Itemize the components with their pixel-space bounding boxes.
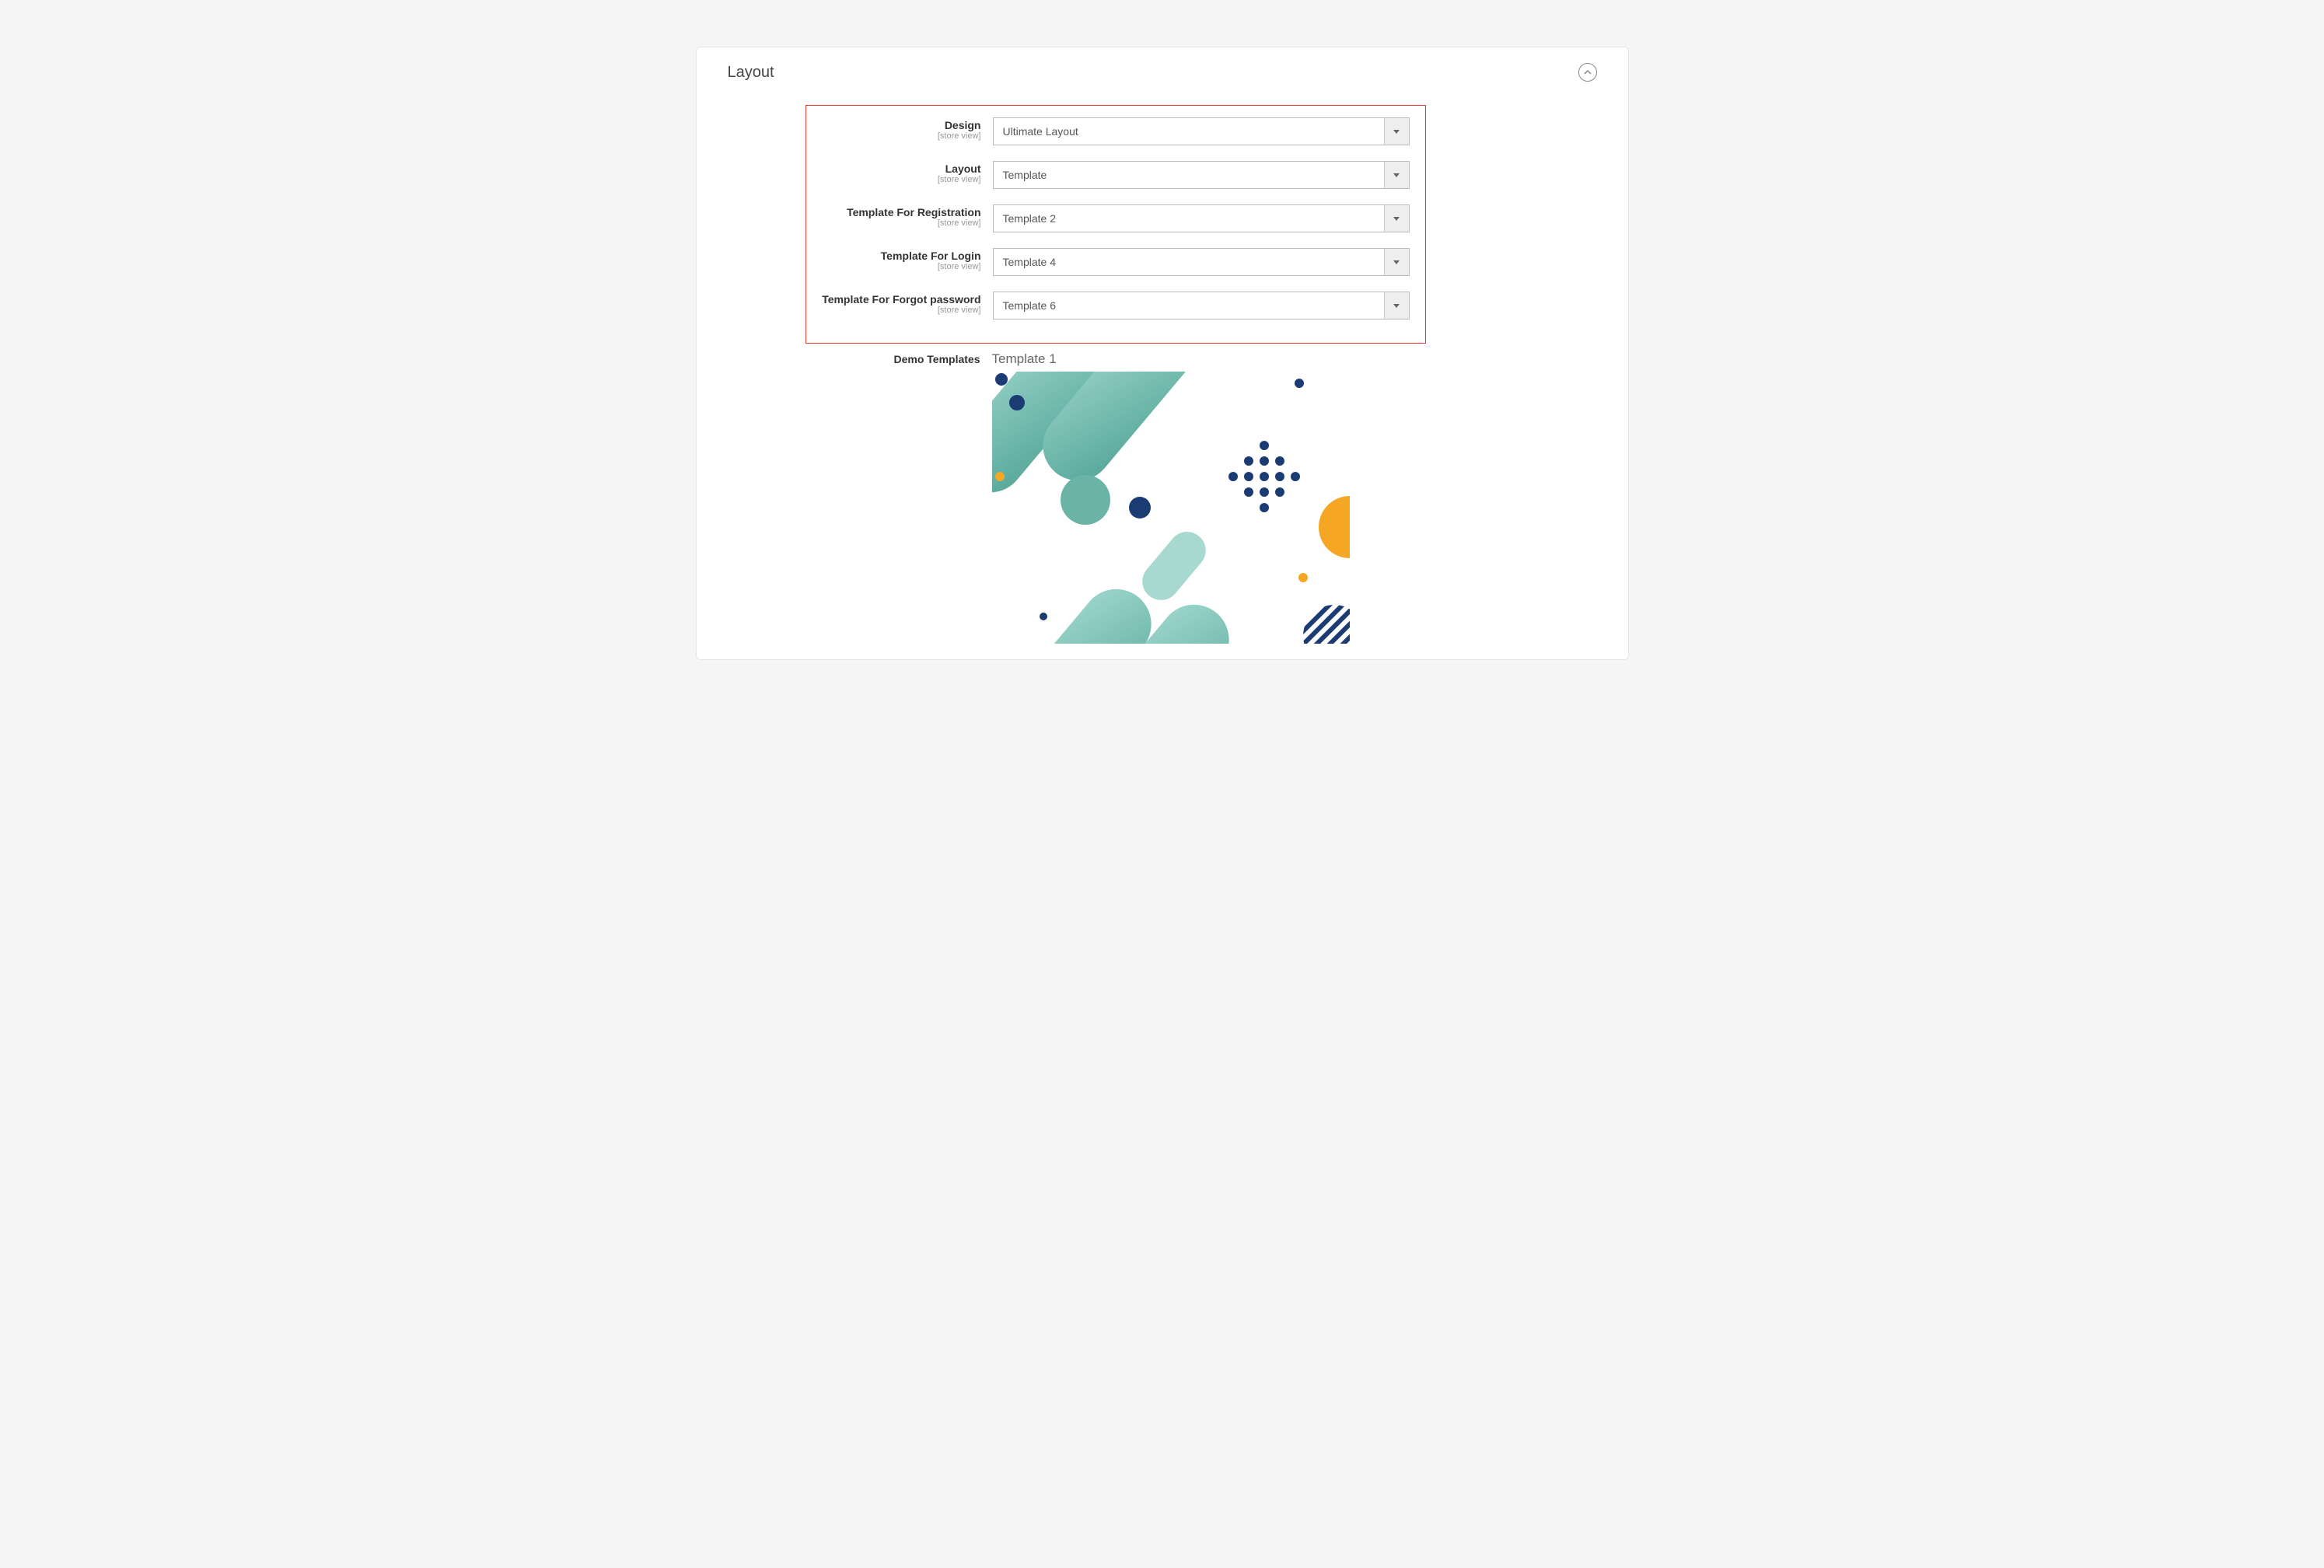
layout-panel: Layout Design [store view] Ultimate Layo… xyxy=(696,47,1629,660)
layout-select-arrow xyxy=(1384,162,1409,188)
demo-templates-value-col: Template 1 xyxy=(992,351,1410,644)
tpl-forgot-scope: [store view] xyxy=(822,306,981,315)
tpl-reg-scope: [store view] xyxy=(822,218,981,228)
chevron-down-icon xyxy=(1393,304,1400,308)
tpl-login-label-col: Template For Login [store view] xyxy=(822,248,993,271)
collapse-button[interactable] xyxy=(1578,63,1597,82)
layout-label: Layout xyxy=(822,162,981,175)
tpl-forgot-select-arrow xyxy=(1384,292,1409,319)
design-label: Design xyxy=(822,119,981,131)
chevron-down-icon xyxy=(1393,260,1400,264)
tpl-forgot-select-value: Template 6 xyxy=(994,292,1384,319)
tpl-reg-row: Template For Registration [store view] T… xyxy=(822,204,1410,232)
demo-templates-label-col: Demo Templates xyxy=(821,351,992,365)
chevron-down-icon xyxy=(1393,173,1400,177)
highlighted-settings-box: Design [store view] Ultimate Layout Layo… xyxy=(806,105,1426,344)
tpl-login-select[interactable]: Template 4 xyxy=(993,248,1410,276)
layout-select-value: Template xyxy=(994,162,1384,188)
tpl-login-label: Template For Login xyxy=(822,250,981,262)
chevron-down-icon xyxy=(1393,217,1400,221)
abstract-pattern-icon xyxy=(992,372,1350,644)
layout-scope: [store view] xyxy=(822,175,981,184)
tpl-login-row: Template For Login [store view] Template… xyxy=(822,248,1410,276)
design-value-col: Ultimate Layout xyxy=(993,117,1410,145)
tpl-reg-select-arrow xyxy=(1384,205,1409,232)
tpl-reg-select-value: Template 2 xyxy=(994,205,1384,232)
chevron-down-icon xyxy=(1393,130,1400,134)
layout-label-col: Layout [store view] xyxy=(822,161,993,184)
layout-select[interactable]: Template xyxy=(993,161,1410,189)
tpl-reg-select[interactable]: Template 2 xyxy=(993,204,1410,232)
tpl-forgot-value-col: Template 6 xyxy=(993,292,1410,320)
tpl-login-scope: [store view] xyxy=(822,262,981,271)
design-row: Design [store view] Ultimate Layout xyxy=(822,117,1410,145)
design-label-col: Design [store view] xyxy=(822,117,993,141)
tpl-login-select-arrow xyxy=(1384,249,1409,275)
panel-title: Layout xyxy=(728,64,774,82)
demo-templates-label: Demo Templates xyxy=(821,353,980,365)
tpl-forgot-select[interactable]: Template 6 xyxy=(993,292,1410,320)
design-scope: [store view] xyxy=(822,131,981,141)
panel-header: Layout xyxy=(728,63,1597,82)
chevron-up-icon xyxy=(1584,70,1592,75)
design-select-value: Ultimate Layout xyxy=(994,118,1384,145)
tpl-login-select-value: Template 4 xyxy=(994,249,1384,275)
design-select-arrow xyxy=(1384,118,1409,145)
tpl-reg-label: Template For Registration xyxy=(822,206,981,218)
tpl-reg-value-col: Template 2 xyxy=(993,204,1410,232)
tpl-forgot-label: Template For Forgot password xyxy=(822,293,981,306)
tpl-reg-label-col: Template For Registration [store view] xyxy=(822,204,993,228)
demo-template-title: Template 1 xyxy=(992,351,1410,367)
tpl-login-value-col: Template 4 xyxy=(993,248,1410,276)
design-select[interactable]: Ultimate Layout xyxy=(993,117,1410,145)
layout-value-col: Template xyxy=(993,161,1410,189)
demo-template-preview xyxy=(992,372,1350,644)
demo-templates-row: Demo Templates Template 1 xyxy=(821,351,1410,644)
layout-row: Layout [store view] Template xyxy=(822,161,1410,189)
tpl-forgot-row: Template For Forgot password [store view… xyxy=(822,292,1410,320)
tpl-forgot-label-col: Template For Forgot password [store view… xyxy=(822,292,993,315)
